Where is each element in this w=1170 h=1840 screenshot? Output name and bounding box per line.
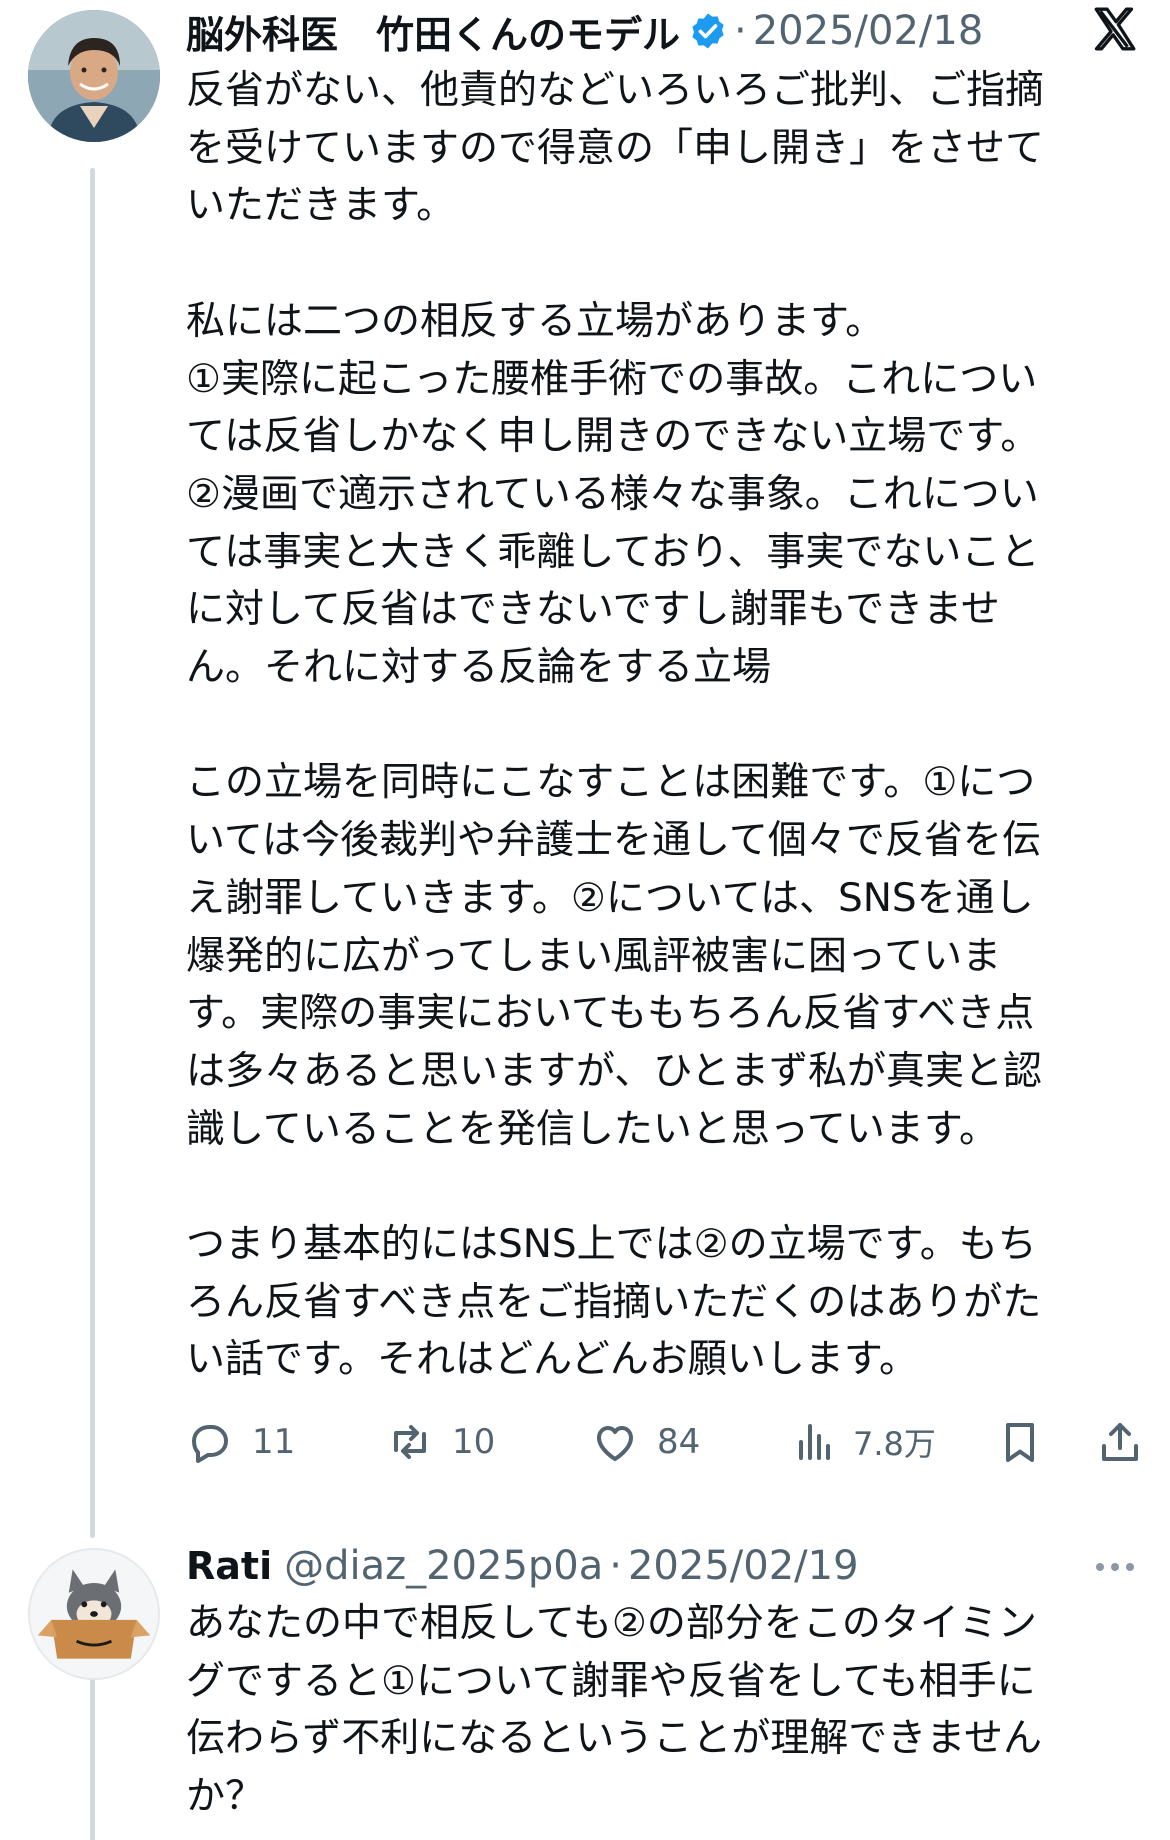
tweet-paragraph: つまり基本的にはSNS上では②の立場です。もち ろん反省すべき点をご指摘いただく… bbox=[186, 1222, 1042, 1383]
tweet-paragraph: 私には二つの相反する立場があります。 ①実際に起こった腰椎手術での事故。これにつ… bbox=[186, 298, 1040, 691]
reply-paragraph: あなたの中で相反しても②の部分をこのタイミン グですると①について謝罪や反省をし… bbox=[186, 1601, 1043, 1820]
tweet-action-bar: 11 10 84 7.8万 bbox=[186, 1412, 1146, 1472]
doctor-avatar-icon bbox=[28, 10, 160, 142]
like-icon bbox=[597, 1426, 633, 1461]
share-icon bbox=[1102, 1423, 1138, 1461]
reply-count: 11 bbox=[252, 1422, 296, 1462]
thread-connector-line-bottom bbox=[90, 1670, 95, 1840]
tweet-paragraph: この立場を同時にこなすことは困難です。①につ いては今後裁判や弁護士を通して個々… bbox=[186, 760, 1043, 1152]
reply-date[interactable]: 2025/02/19 bbox=[628, 1543, 859, 1589]
separator-dot: · bbox=[734, 8, 747, 54]
reply-icon bbox=[192, 1425, 228, 1463]
share-button[interactable] bbox=[1096, 1412, 1144, 1472]
more-icon[interactable] bbox=[1090, 1552, 1140, 1582]
views-count: 7.8万 bbox=[853, 1425, 936, 1463]
separator-dot: · bbox=[609, 1543, 622, 1589]
reply-author-display-name[interactable]: Rati bbox=[186, 1544, 272, 1588]
reply-author-handle[interactable]: @diaz_2025p0a bbox=[284, 1543, 603, 1589]
thread-connector-line bbox=[90, 168, 95, 1538]
author-avatar[interactable] bbox=[28, 10, 160, 142]
retweet-count: 10 bbox=[452, 1422, 496, 1462]
reply-header: Rati @diaz_2025p0a · 2025/02/19 bbox=[186, 1534, 1170, 1598]
retweet-button[interactable]: 10 bbox=[386, 1412, 495, 1472]
tweet-header: 脳外科医 竹田くんのモデル · 2025/02/18 bbox=[186, 0, 1170, 62]
views-button[interactable]: 7.8万 bbox=[791, 1412, 936, 1472]
x-logo-icon bbox=[1094, 7, 1136, 51]
tweet-text: 反省がない、他責的などいろいろご批判、ご指摘 を受けていますので得意の「申し開き… bbox=[186, 62, 1146, 1389]
views-icon bbox=[799, 1424, 830, 1460]
reply-author-avatar[interactable] bbox=[28, 1548, 160, 1680]
bookmark-button[interactable] bbox=[996, 1412, 1044, 1472]
reply-button[interactable]: 11 bbox=[186, 1412, 295, 1472]
reply-text: あなたの中で相反しても②の部分をこのタイミン グですると①について謝罪や反省をし… bbox=[186, 1595, 1146, 1826]
tweet-paragraph: 反省がない、他責的などいろいろご批判、ご指摘 を受けていますので得意の「申し開き… bbox=[186, 68, 1045, 229]
verified-badge-icon bbox=[692, 13, 724, 49]
tweet-date[interactable]: 2025/02/18 bbox=[753, 8, 984, 54]
retweet-icon bbox=[394, 1425, 426, 1459]
like-count: 84 bbox=[657, 1422, 701, 1462]
dog-in-box-avatar-icon bbox=[30, 1550, 158, 1678]
author-display-name[interactable]: 脳外科医 竹田くんのモデル bbox=[186, 4, 680, 59]
like-button[interactable]: 84 bbox=[591, 1412, 700, 1472]
bookmark-icon bbox=[1006, 1423, 1034, 1462]
